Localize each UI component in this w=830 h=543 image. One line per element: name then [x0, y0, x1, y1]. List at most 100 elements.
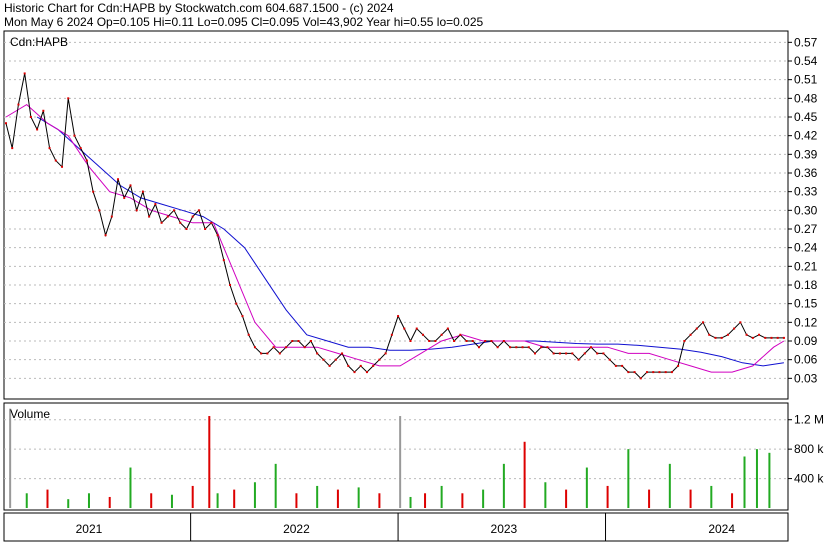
volume-bar: [606, 485, 609, 508]
price-point: [477, 346, 480, 349]
price-point: [490, 340, 493, 342]
volume-bar: [768, 452, 771, 508]
price-point: [533, 352, 536, 355]
price-tick-label: 0.48: [794, 91, 818, 105]
volume-bar: [170, 494, 173, 508]
price-point: [285, 346, 288, 349]
price-point: [222, 259, 225, 262]
price-point: [5, 122, 7, 125]
price-point: [583, 352, 586, 355]
price-point: [702, 321, 705, 324]
price-point: [73, 134, 76, 137]
volume-y-axis: 1.2 M 800 k 400 k: [788, 413, 824, 486]
price-point: [770, 336, 773, 339]
volume-bar: [409, 496, 412, 508]
volume-bar: [482, 489, 485, 508]
price-point: [509, 346, 512, 349]
volume-tick-label: 1.2 M: [794, 413, 824, 427]
price-point: [291, 340, 294, 342]
volume-bar: [336, 489, 339, 508]
price-point: [739, 321, 742, 324]
price-point: [403, 327, 406, 330]
price-point: [714, 336, 717, 339]
price-point: [353, 371, 356, 374]
price-point: [216, 234, 219, 237]
volume-bar: [316, 485, 319, 508]
volume-bar: [440, 485, 443, 508]
price-point: [726, 333, 729, 336]
price-point: [502, 340, 505, 342]
price-point: [316, 352, 319, 355]
year-axis: 2021 2022 2023 2024: [76, 513, 735, 541]
volume-bar: [461, 493, 464, 508]
price-point: [104, 234, 107, 237]
price-point: [627, 371, 630, 374]
price-tick-label: 0.06: [794, 353, 818, 367]
price-point: [85, 159, 88, 162]
volume-bar: [274, 463, 277, 508]
price-point: [185, 228, 188, 230]
price-point: [465, 340, 468, 342]
volume-bar: [424, 493, 427, 508]
volume-bar: [399, 416, 402, 508]
price-point: [67, 97, 70, 100]
price-point: [496, 346, 499, 349]
price-tick-label: 0.33: [794, 185, 818, 199]
price-point: [322, 358, 325, 361]
price-point: [129, 184, 132, 187]
price-point: [415, 327, 418, 330]
price-point: [17, 103, 20, 106]
price-point: [782, 336, 785, 339]
volume-bar: [191, 485, 194, 508]
price-point: [695, 327, 698, 330]
price-point: [61, 165, 64, 168]
price-point: [409, 340, 412, 342]
volume-bar: [216, 493, 219, 508]
price-point: [23, 72, 26, 75]
price-point: [229, 284, 232, 286]
price-tick-label: 0.51: [794, 73, 818, 87]
volume-bar: [710, 485, 713, 508]
price-point: [776, 336, 779, 339]
price-point: [658, 371, 661, 374]
price-point: [577, 358, 580, 361]
price-tick-label: 0.36: [794, 166, 818, 180]
price-point: [365, 371, 368, 374]
price-point: [571, 352, 574, 355]
price-point: [110, 215, 113, 218]
volume-tick-label: 800 k: [794, 442, 824, 456]
volume-bar: [295, 493, 298, 508]
price-point: [751, 336, 754, 339]
price-tick-label: 0.39: [794, 147, 818, 161]
year-label: 2023: [491, 522, 518, 536]
price-point: [141, 190, 144, 193]
volume-bar: [743, 456, 746, 508]
price-point: [378, 358, 381, 361]
price-point: [260, 352, 263, 355]
price-point: [341, 352, 344, 355]
volume-bar: [668, 463, 671, 508]
price-point: [521, 346, 524, 349]
year-label: 2024: [708, 522, 735, 536]
price-point: [191, 215, 194, 218]
price-point: [745, 333, 748, 336]
volume-bar: [648, 489, 651, 508]
price-point: [297, 340, 300, 342]
price-point: [527, 346, 530, 349]
price-point: [384, 352, 387, 355]
price-point: [204, 228, 207, 230]
price-point: [272, 346, 275, 349]
price-point: [309, 340, 312, 342]
price-point: [664, 371, 667, 374]
price-tick-label: 0.15: [794, 297, 818, 311]
price-point: [683, 340, 686, 342]
price-line: [5, 73, 784, 380]
price-tick-label: 0.27: [794, 222, 818, 236]
price-point: [633, 371, 636, 374]
price-point: [453, 340, 456, 342]
price-point: [652, 371, 655, 374]
price-tick-label: 0.24: [794, 241, 818, 255]
price-tick-label: 0.09: [794, 334, 818, 348]
price-point: [42, 109, 45, 112]
price-point: [390, 333, 393, 336]
